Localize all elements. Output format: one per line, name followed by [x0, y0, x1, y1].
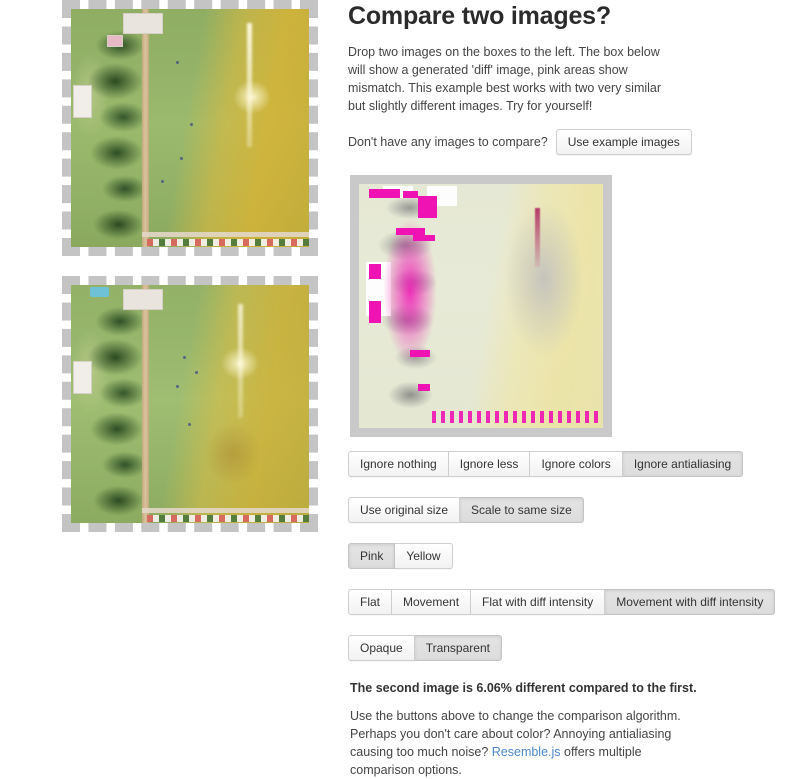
walking-path	[142, 9, 149, 247]
diff-gray-band	[505, 203, 584, 355]
building-left	[73, 85, 93, 119]
controls-row-opacity: Opaque Transparent	[348, 634, 788, 671]
pink-button[interactable]: Pink	[348, 542, 396, 569]
use-example-images-button[interactable]: Use example images	[555, 128, 692, 155]
controls-row-ignore: Ignore nothing Ignore less Ignore colors…	[348, 450, 788, 487]
diff-mismatch	[417, 195, 438, 218]
ignore-options-group: Ignore nothing Ignore less Ignore colors…	[348, 450, 744, 477]
colored-kerb	[147, 514, 309, 522]
controls-row-color: Pink Yellow	[348, 542, 788, 579]
footnote-text: Use the buttons above to change the comp…	[350, 707, 690, 779]
movement-with-diff-intensity-button[interactable]: Movement with diff intensity	[605, 588, 776, 615]
movement-button[interactable]: Movement	[392, 588, 472, 615]
controls-row-size: Use original size Scale to same size	[348, 496, 788, 533]
person-dot	[175, 384, 179, 388]
diff-mismatch	[368, 188, 401, 199]
example-prompt-label: Don't have any images to compare?	[348, 134, 548, 149]
diff-image	[359, 183, 603, 428]
kerb-line	[142, 507, 309, 514]
second-image-preview	[71, 285, 309, 523]
output-style-options-group: Flat Movement Flat with diff intensity M…	[348, 588, 776, 615]
resemble-js-link[interactable]: Resemble.js	[492, 745, 561, 759]
comparison-result: The second image is 6.06% different comp…	[350, 680, 697, 695]
page-description: Drop two images on the boxes to the left…	[348, 44, 662, 113]
swimming-pool	[90, 287, 110, 297]
ignore-antialiasing-button[interactable]: Ignore antialiasing	[622, 450, 744, 477]
diff-mismatch	[402, 191, 418, 199]
page-title: Compare two images?	[348, 2, 611, 30]
flat-button[interactable]: Flat	[348, 588, 393, 615]
controls-row-output-style: Flat Movement Flat with diff intensity M…	[348, 588, 788, 625]
building-top	[123, 12, 164, 34]
aerial-photo-two	[71, 285, 309, 523]
diff-streak	[534, 208, 540, 267]
walking-path	[142, 285, 149, 523]
colored-kerb	[147, 238, 309, 246]
color-options-group: Pink Yellow	[348, 542, 453, 569]
first-image-preview	[71, 9, 309, 247]
use-original-size-button[interactable]: Use original size	[348, 496, 461, 523]
diff-image-frame	[350, 174, 612, 437]
ignore-colors-button[interactable]: Ignore colors	[530, 450, 623, 477]
kerb-line	[142, 231, 309, 238]
example-images-row: Don't have any images to compare? Use ex…	[348, 128, 788, 155]
diff-mismatch-kerb	[432, 410, 603, 423]
ignore-nothing-button[interactable]: Ignore nothing	[348, 450, 449, 477]
shadow-patch	[204, 423, 262, 485]
opaque-button[interactable]: Opaque	[348, 634, 415, 661]
yellow-button[interactable]: Yellow	[395, 542, 453, 569]
second-image-dropzone[interactable]	[62, 276, 318, 532]
size-options-group: Use original size Scale to same size	[348, 496, 584, 523]
diff-mismatch-soft	[383, 217, 438, 365]
transparent-button[interactable]: Transparent	[414, 634, 502, 661]
building-top	[123, 288, 164, 310]
first-image-dropzone[interactable]	[62, 0, 318, 256]
opacity-options-group: Opaque Transparent	[348, 634, 502, 661]
scale-to-same-size-button[interactable]: Scale to same size	[460, 496, 584, 523]
aerial-photo-one	[71, 9, 309, 247]
diff-mismatch	[368, 264, 381, 279]
diff-mismatch	[417, 383, 430, 392]
diff-mismatch	[368, 300, 381, 323]
person-dot	[187, 423, 191, 427]
page-root: Compare two images? Drop two images on t…	[0, 0, 800, 777]
person-dot	[194, 370, 198, 374]
light-streak	[247, 23, 253, 148]
light-streak	[237, 304, 243, 419]
building-pink	[106, 35, 123, 47]
dropzone-column	[62, 0, 318, 532]
flat-with-diff-intensity-button[interactable]: Flat with diff intensity	[471, 588, 606, 615]
building-left	[73, 361, 93, 395]
ignore-less-button[interactable]: Ignore less	[448, 450, 531, 477]
content-column: Compare two images? Drop two images on t…	[348, 0, 788, 779]
